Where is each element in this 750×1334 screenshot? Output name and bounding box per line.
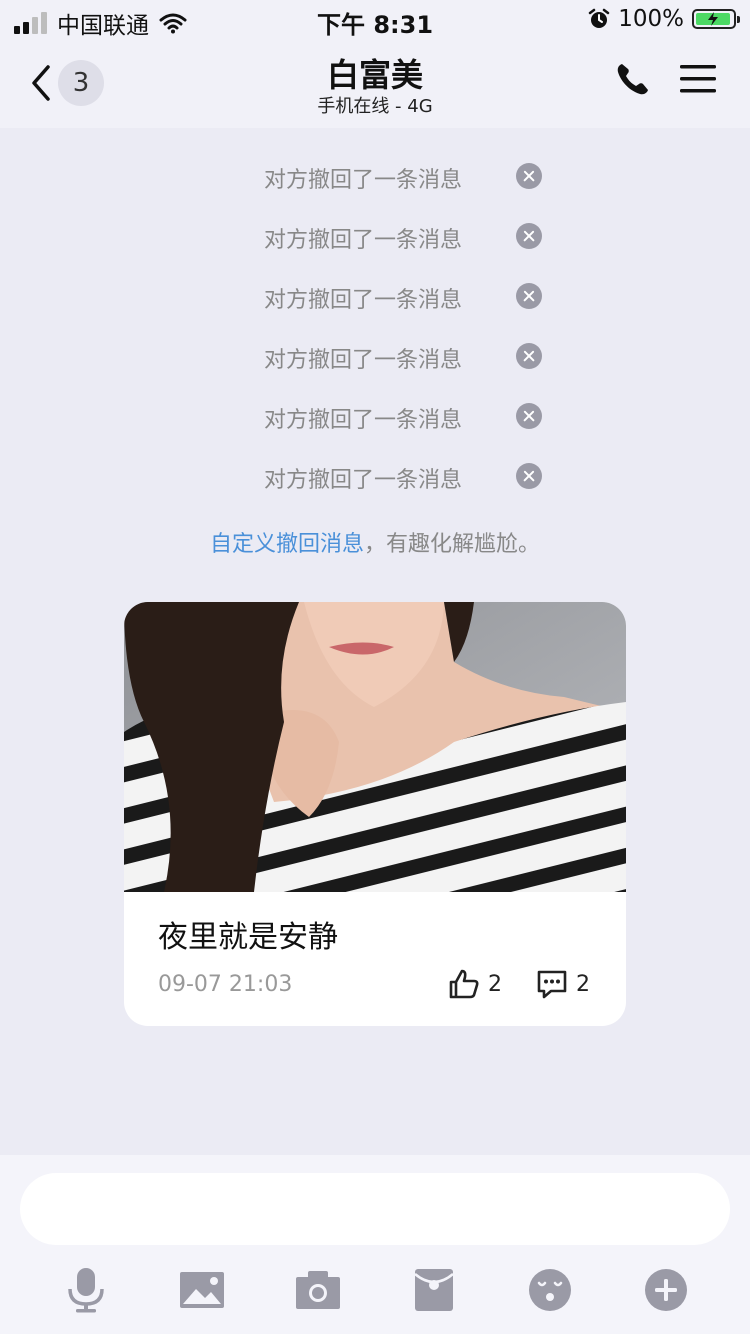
- recall-text: 对方撤回了一条消息: [264, 468, 463, 493]
- close-icon[interactable]: [516, 463, 542, 489]
- red-packet-icon: [414, 1269, 454, 1311]
- recall-text: 对方撤回了一条消息: [264, 348, 463, 373]
- emoji-icon: [529, 1269, 571, 1311]
- post-time: 09-07 21:03: [158, 972, 293, 997]
- camera-icon: [296, 1271, 340, 1309]
- comment-icon[interactable]: [536, 968, 568, 1000]
- menu-icon[interactable]: [680, 63, 716, 95]
- close-icon[interactable]: [516, 163, 542, 189]
- recall-notice: 对方撤回了一条消息: [0, 278, 750, 318]
- recall-text: 对方撤回了一条消息: [264, 228, 463, 253]
- close-icon[interactable]: [516, 403, 542, 429]
- nav-bar: 3 白富美 手机在线 - 4G: [0, 42, 750, 128]
- close-icon[interactable]: [516, 283, 542, 309]
- status-right: 100%: [588, 6, 740, 32]
- thumbs-up-icon[interactable]: [448, 968, 480, 1000]
- comment-count: 2: [576, 971, 590, 997]
- voice-button[interactable]: [61, 1265, 111, 1315]
- plus-icon: [645, 1269, 687, 1311]
- custom-recall-tip: 自定义撤回消息，有趣化解尴尬。: [0, 526, 750, 558]
- recall-notice: 对方撤回了一条消息: [0, 458, 750, 498]
- post-stats: 2 2: [448, 968, 590, 1000]
- post-title: 夜里就是安静: [158, 920, 338, 955]
- recall-notice: 对方撤回了一条消息: [0, 158, 750, 198]
- image-button[interactable]: [177, 1265, 227, 1315]
- shared-post-card[interactable]: 夜里就是安静 09-07 21:03 2 2: [124, 602, 626, 1026]
- recall-notice: 对方撤回了一条消息: [0, 398, 750, 438]
- status-bar: 中国联通 下午 8:31 100%: [0, 0, 750, 42]
- recall-text: 对方撤回了一条消息: [264, 288, 463, 313]
- close-icon[interactable]: [516, 343, 542, 369]
- recall-notice: 对方撤回了一条消息: [0, 338, 750, 378]
- alarm-icon: [588, 8, 610, 28]
- phone-icon[interactable]: [616, 62, 650, 96]
- post-photo[interactable]: [124, 602, 626, 892]
- nav-actions: [616, 62, 716, 96]
- like-count: 2: [488, 971, 502, 997]
- message-input[interactable]: [20, 1173, 730, 1245]
- mic-icon: [68, 1268, 104, 1313]
- custom-recall-link[interactable]: 自定义撤回消息: [210, 532, 364, 557]
- input-toolbar: [0, 1265, 750, 1315]
- close-icon[interactable]: [516, 223, 542, 249]
- more-button[interactable]: [641, 1265, 691, 1315]
- red-packet-button[interactable]: [409, 1265, 459, 1315]
- recall-text: 对方撤回了一条消息: [264, 168, 463, 193]
- recall-notice: 对方撤回了一条消息: [0, 218, 750, 258]
- emoji-button[interactable]: [525, 1265, 575, 1315]
- battery-icon: [692, 9, 740, 29]
- tip-text: ，有趣化解尴尬。: [364, 532, 541, 557]
- battery-percent: 100%: [618, 6, 684, 32]
- input-bar: [0, 1155, 750, 1334]
- image-icon: [180, 1272, 224, 1308]
- recall-text: 对方撤回了一条消息: [264, 408, 463, 433]
- camera-button[interactable]: [293, 1265, 343, 1315]
